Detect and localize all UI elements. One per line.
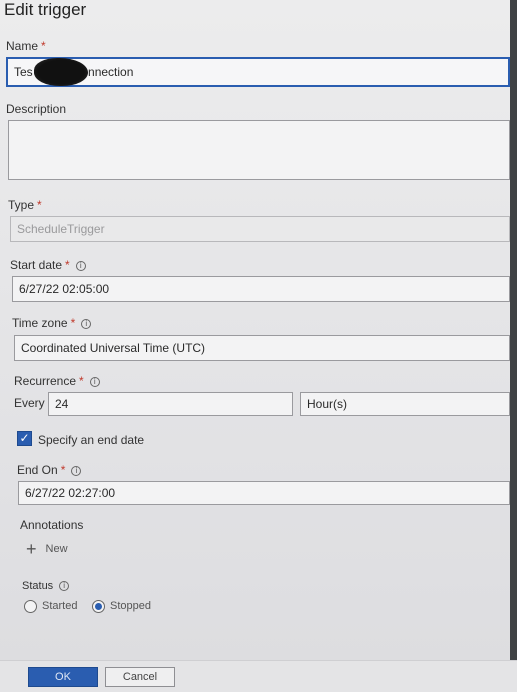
type-input: ScheduleTrigger (10, 216, 510, 242)
end-on-input[interactable]: 6/27/22 02:27:00 (18, 481, 510, 505)
description-textarea[interactable] (8, 120, 510, 180)
type-label: Type * (8, 198, 42, 212)
description-label: Description (6, 102, 67, 116)
new-annotation-label: New (45, 543, 68, 555)
annotations-label: Annotations (20, 518, 84, 532)
required-marker: * (41, 39, 46, 53)
required-marker: * (79, 374, 84, 388)
plus-icon: + (26, 539, 37, 559)
status-label: Status i (22, 580, 70, 592)
info-icon[interactable]: i (89, 376, 100, 387)
recurrence-label: Recurrence * i (14, 374, 100, 388)
end-date-checkbox[interactable]: ✓ (17, 431, 32, 446)
redaction-scribble (34, 58, 88, 86)
every-label: Every (14, 396, 45, 410)
required-marker: * (37, 198, 42, 212)
info-icon[interactable]: i (71, 465, 82, 476)
start-date-label: Start date * i (10, 258, 86, 272)
cancel-button[interactable]: Cancel (105, 667, 175, 687)
info-icon[interactable]: i (59, 581, 70, 592)
info-icon[interactable]: i (75, 260, 86, 271)
edit-trigger-panel: Edit trigger Name * Tes Connection Descri… (0, 0, 510, 660)
recurrence-interval-input[interactable]: 24 (48, 392, 293, 416)
required-marker: * (60, 463, 66, 477)
end-on-label: End On * i (17, 463, 82, 477)
name-value-prefix: Tes (14, 65, 33, 79)
required-marker: * (70, 316, 76, 330)
status-started-radio[interactable] (24, 600, 37, 613)
time-zone-label: Time zone * i (12, 316, 92, 330)
end-date-checkbox-label[interactable]: Specify an end date (38, 433, 144, 447)
time-zone-select[interactable]: Coordinated Universal Time (UTC) (14, 335, 510, 361)
name-label: Name * (6, 39, 46, 53)
status-started-label[interactable]: Started (42, 600, 77, 612)
ok-button[interactable]: OK (28, 667, 98, 687)
new-annotation-button[interactable]: + New (26, 539, 68, 559)
dialog-footer: OK Cancel (0, 660, 517, 692)
checkmark-icon: ✓ (19, 431, 30, 445)
status-stopped-radio[interactable] (92, 600, 105, 613)
required-marker: * (65, 258, 70, 272)
info-icon[interactable]: i (81, 318, 92, 329)
status-stopped-label[interactable]: Stopped (110, 600, 151, 612)
recurrence-unit-select[interactable]: Hour(s) (300, 392, 510, 416)
start-date-input[interactable]: 6/27/22 02:05:00 (12, 276, 510, 302)
dialog-title: Edit trigger (4, 0, 87, 19)
